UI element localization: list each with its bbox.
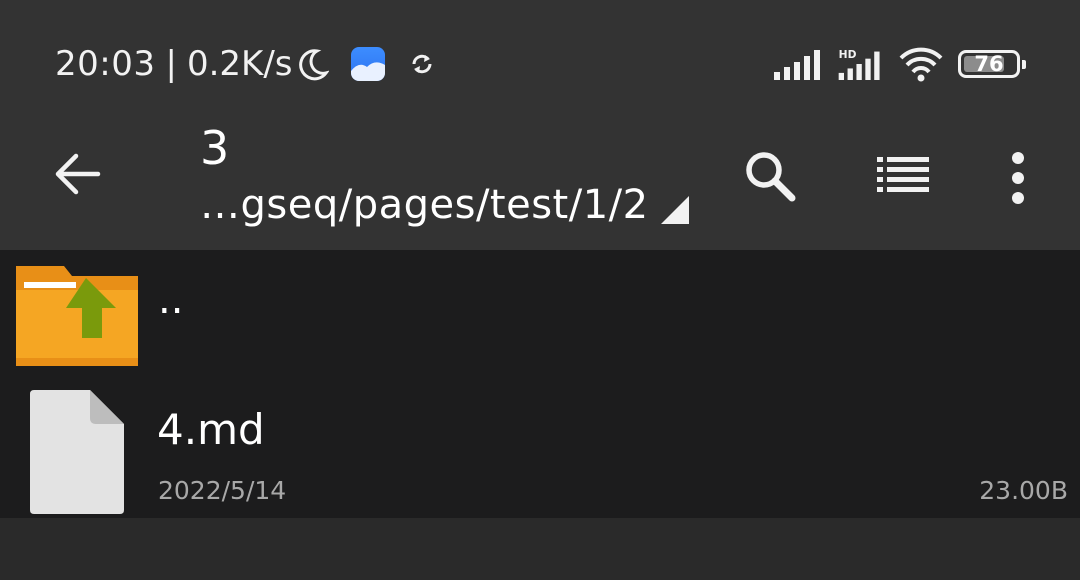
path-dropdown-icon[interactable] [660,196,689,224]
hd-signal-icon: HD [838,48,880,80]
path-row[interactable]: …gseq/pages/test/1/2 [200,180,689,230]
signal-icon [774,50,820,80]
folder-up-icon [16,266,138,366]
moon-icon [298,49,329,81]
battery-icon: 76 [958,50,1026,78]
file-row[interactable]: 4.md 2022/5/14 23.00B [0,380,1080,518]
wifi-icon [899,47,943,82]
status-time: 20:03 [55,44,156,84]
status-separator: | [165,44,177,84]
parent-directory-label: .. [158,277,184,323]
more-vert-icon[interactable] [1000,148,1036,208]
battery-level: 76 [974,52,1004,76]
network-speed: 0.2K/s [186,44,293,84]
file-manager-screen: 20:03 | 0.2K/s HD 76 3 …gseq/pages/test/… [0,0,1080,580]
folder-title: 3 [200,121,230,175]
file-icon [30,390,124,514]
list-view-icon[interactable] [875,154,931,194]
sync-icon [412,54,431,74]
file-name: 4.md [157,405,265,454]
toolbar: 3 …gseq/pages/test/1/2 [0,110,1080,250]
folder-path: …gseq/pages/test/1/2 [200,182,649,228]
file-list: .. 4.md 2022/5/14 23.00B [0,250,1080,518]
status-left-group: 20:03 | 0.2K/s [55,40,437,88]
file-size: 23.00B [979,476,1068,505]
status-right-group: HD 76 [774,44,1026,84]
svg-text:HD: HD [839,48,857,61]
search-icon[interactable] [742,148,798,204]
parent-directory-row[interactable]: .. [0,250,1080,372]
app-notification-icon [350,47,385,81]
back-arrow-icon [55,153,101,195]
file-date: 2022/5/14 [158,476,287,505]
title-block[interactable]: 3 …gseq/pages/test/1/2 [200,120,689,230]
status-bar: 20:03 | 0.2K/s HD 76 [0,0,1080,110]
back-button[interactable] [48,146,108,202]
